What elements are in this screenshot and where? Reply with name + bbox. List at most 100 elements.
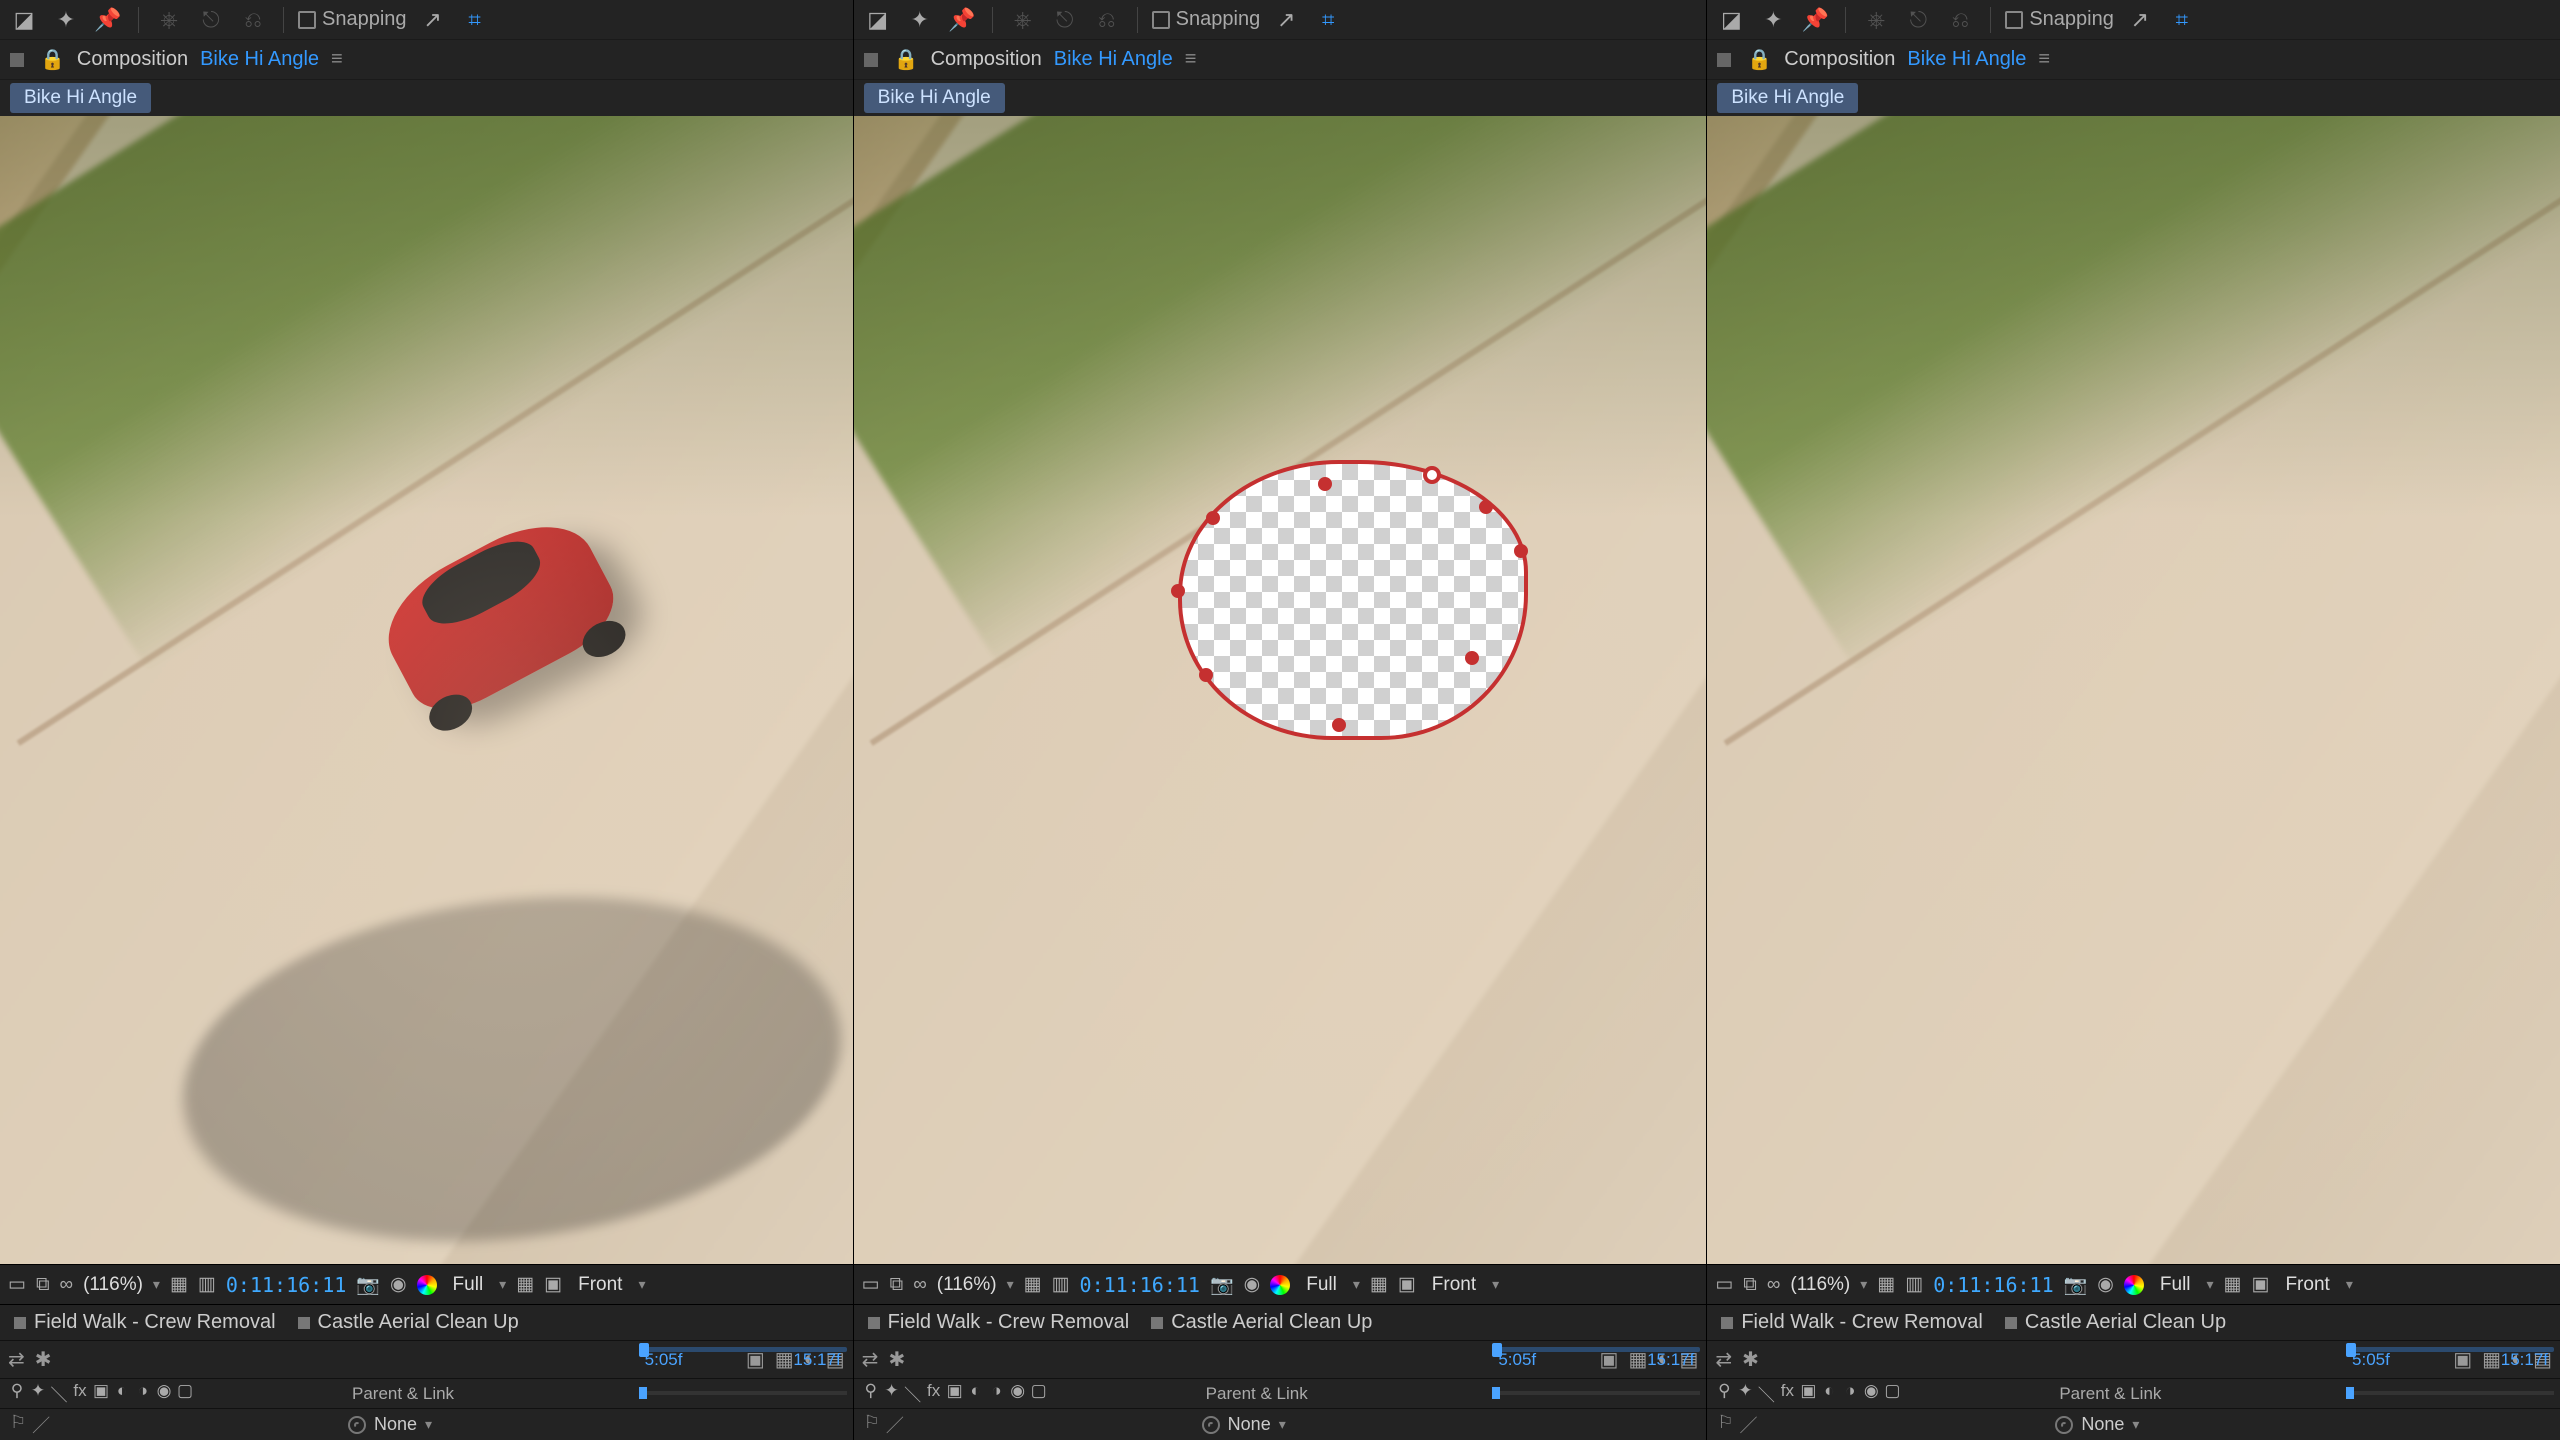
parent-dropdown-icon[interactable]: ▾	[425, 1416, 432, 1433]
magnify-icon[interactable]: ▭	[1715, 1273, 1733, 1296]
color-management-icon[interactable]	[417, 1275, 437, 1295]
av-icon[interactable]: ✦	[29, 1381, 47, 1406]
composition-viewer[interactable]	[854, 116, 1707, 1264]
snap-option-1-icon[interactable]: ↗	[2124, 4, 2156, 36]
av-icon[interactable]: ✦	[883, 1381, 901, 1406]
puppet-2-icon[interactable]: ⎋	[195, 4, 227, 36]
grid-icon[interactable]: ▦	[170, 1273, 188, 1296]
composition-tab-active[interactable]: Bike Hi Angle	[864, 83, 1005, 113]
frame-blend-col-icon[interactable]: ▣	[946, 1381, 964, 1406]
work-area-handle[interactable]	[1492, 1387, 1500, 1399]
resolution-dropdown-icon[interactable]: ▾	[1353, 1276, 1360, 1293]
label-color-icon[interactable]: ⚐	[1717, 1412, 1733, 1438]
resolution-dropdown[interactable]: Full	[1300, 1272, 1343, 1298]
fx-icon[interactable]: fx	[1778, 1381, 1796, 1406]
region-icon[interactable]: ▣	[2252, 1273, 2270, 1296]
view3d-dropdown-icon[interactable]: ▾	[1492, 1276, 1499, 1293]
pin-icon[interactable]: 📌	[1799, 4, 1831, 36]
flow-icon[interactable]	[1717, 53, 1731, 67]
timeline-tab-1[interactable]: Field Walk - Crew Removal	[14, 1311, 276, 1334]
parent-dropdown-icon[interactable]: ▾	[1279, 1416, 1286, 1433]
current-time[interactable]: 0:11:16:11	[226, 1273, 346, 1297]
puppet-1-icon[interactable]: ⎈	[1860, 4, 1892, 36]
frame-blend-col-icon[interactable]: ▣	[1799, 1381, 1817, 1406]
eraser-icon[interactable]: ◪	[862, 4, 894, 36]
panel-menu-icon[interactable]: ≡	[331, 48, 343, 71]
resolution-dropdown[interactable]: Full	[447, 1272, 490, 1298]
collapse-icon[interactable]: ▢	[176, 1381, 194, 1406]
mask-icon[interactable]: ∞	[60, 1274, 74, 1296]
puppet-1-icon[interactable]: ⎈	[153, 4, 185, 36]
region-icon[interactable]: ▣	[1398, 1273, 1416, 1296]
zoom-readout[interactable]: (116%)	[937, 1274, 997, 1296]
mask-vertex[interactable]	[1514, 544, 1528, 558]
search-comp-icon[interactable]: ⇄	[8, 1347, 25, 1372]
flow-icon[interactable]	[10, 53, 24, 67]
channel-icon[interactable]: ◉	[2097, 1273, 2114, 1296]
zoom-dropdown-icon[interactable]: ▾	[153, 1276, 160, 1293]
mask-vertex[interactable]	[1332, 718, 1346, 732]
solo-icon[interactable]: ＼	[904, 1381, 922, 1406]
current-time[interactable]: 0:11:16:11	[1933, 1273, 2053, 1297]
adjust-icon[interactable]: ◑	[134, 1381, 152, 1406]
snapping-toggle[interactable]: Snapping	[298, 8, 407, 31]
time-ruler[interactable]: 5:05f 15:17f	[2340, 1341, 2560, 1378]
motion-blur-col-icon[interactable]: ◐	[113, 1381, 131, 1406]
snapshot-icon[interactable]: 📷	[1210, 1273, 1234, 1297]
comp-mini-flowchart-icon[interactable]: ✱	[1742, 1347, 1759, 1372]
snap-option-1-icon[interactable]: ↗	[1270, 4, 1302, 36]
brush-icon[interactable]: ✦	[904, 4, 936, 36]
snap-option-1-icon[interactable]: ↗	[417, 4, 449, 36]
playhead-icon[interactable]	[639, 1343, 649, 1357]
composition-tab-active[interactable]: Bike Hi Angle	[10, 83, 151, 113]
mask-vertex[interactable]	[1199, 668, 1213, 682]
transparency-grid-icon[interactable]: ▦	[516, 1273, 534, 1296]
motion-blur-col-icon[interactable]: ◐	[967, 1381, 985, 1406]
adjust-icon[interactable]: ◑	[988, 1381, 1006, 1406]
work-area-handle[interactable]	[639, 1387, 647, 1399]
composition-name-link[interactable]: Bike Hi Angle	[1907, 48, 2026, 71]
puppet-3-icon[interactable]: ⎌	[1944, 4, 1976, 36]
3d-icon[interactable]: ◉	[155, 1381, 173, 1406]
zoom-dropdown-icon[interactable]: ▾	[1007, 1276, 1014, 1293]
mask-vertex[interactable]	[1465, 651, 1479, 665]
parent-dropdown[interactable]: None ▾	[2055, 1414, 2139, 1435]
transparency-grid-icon[interactable]: ▦	[2224, 1273, 2242, 1296]
solo-icon[interactable]: ＼	[1757, 1381, 1775, 1406]
eraser-icon[interactable]: ◪	[1715, 4, 1747, 36]
visibility-icon[interactable]: ／	[886, 1412, 904, 1438]
time-ruler[interactable]: 5:05f 15:17f	[633, 1341, 853, 1378]
puppet-3-icon[interactable]: ⎌	[1091, 4, 1123, 36]
visibility-icon[interactable]: ／	[32, 1412, 50, 1438]
alpha-icon[interactable]: ⧉	[1743, 1274, 1757, 1296]
guides-icon[interactable]: ▥	[1052, 1273, 1070, 1296]
snapping-toggle[interactable]: Snapping	[1152, 8, 1261, 31]
mask-icon[interactable]: ∞	[913, 1274, 927, 1296]
snap-option-2-icon[interactable]: ⌗	[2166, 4, 2198, 36]
shy-icon[interactable]: ⚲	[862, 1381, 880, 1406]
zoom-dropdown-icon[interactable]: ▾	[1860, 1276, 1867, 1293]
playhead-icon[interactable]	[1492, 1343, 1502, 1357]
search-comp-icon[interactable]: ⇄	[862, 1347, 879, 1372]
channel-icon[interactable]: ◉	[390, 1273, 407, 1296]
playhead-icon[interactable]	[2346, 1343, 2356, 1357]
mask-icon[interactable]: ∞	[1767, 1274, 1781, 1296]
resolution-dropdown-icon[interactable]: ▾	[2207, 1276, 2214, 1293]
snapshot-icon[interactable]: 📷	[356, 1273, 380, 1297]
mask-vertex[interactable]	[1479, 500, 1493, 514]
puppet-3-icon[interactable]: ⎌	[237, 4, 269, 36]
av-icon[interactable]: ✦	[1736, 1381, 1754, 1406]
work-area-slider[interactable]	[633, 1379, 853, 1408]
visibility-icon[interactable]: ／	[1739, 1412, 1757, 1438]
layer-row[interactable]: ⚐ ／ None ▾	[854, 1408, 1707, 1440]
composition-viewer[interactable]	[1707, 116, 2560, 1264]
brush-icon[interactable]: ✦	[50, 4, 82, 36]
mask-path[interactable]	[1178, 460, 1528, 740]
flow-icon[interactable]	[864, 53, 878, 67]
alpha-icon[interactable]: ⧉	[36, 1274, 50, 1296]
search-comp-icon[interactable]: ⇄	[1715, 1347, 1732, 1372]
parent-dropdown[interactable]: None ▾	[348, 1414, 432, 1435]
layer-row[interactable]: ⚐ ／ None ▾	[1707, 1408, 2560, 1440]
timeline-tab-1[interactable]: Field Walk - Crew Removal	[1721, 1311, 1983, 1334]
fx-icon[interactable]: fx	[71, 1381, 89, 1406]
